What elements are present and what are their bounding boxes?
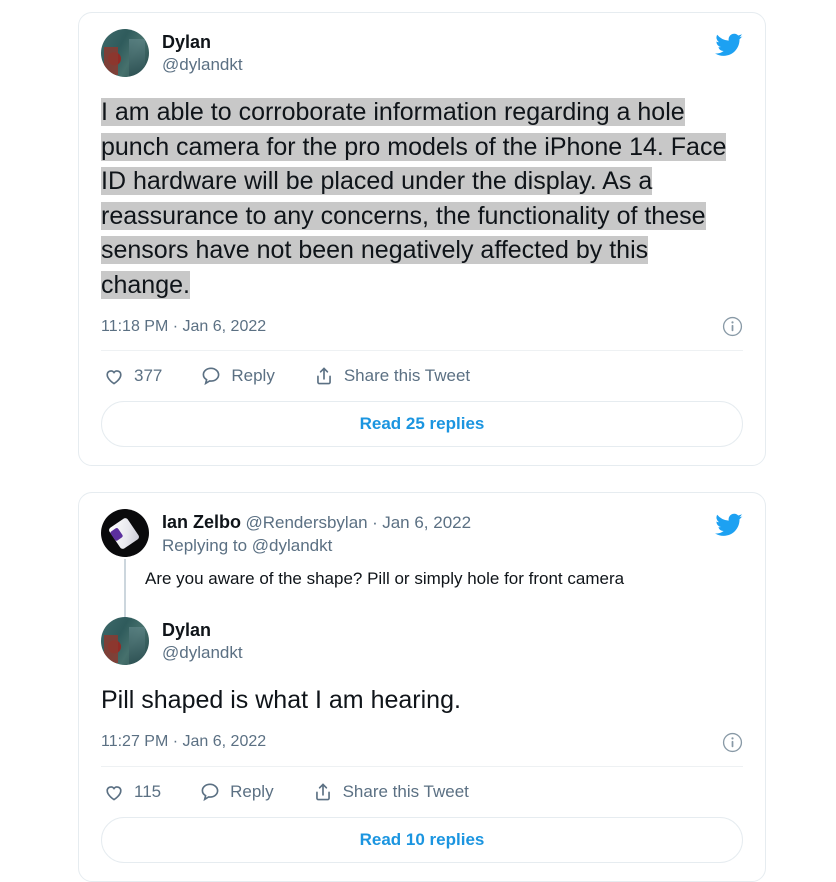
speech-bubble-icon xyxy=(199,781,221,803)
like-button[interactable]: 115 xyxy=(103,781,161,803)
tweet-body-line: I am able to corroborate information reg… xyxy=(101,98,685,126)
author-name-line: Ian Zelbo @Rendersbylan · Jan 6, 2022 xyxy=(162,511,471,534)
tweet-actions-row: 115 Reply Share this Tweet xyxy=(101,767,743,817)
author-name-block[interactable]: Dylan @dylandkt xyxy=(162,29,243,76)
author-display-name: Ian Zelbo xyxy=(162,512,242,532)
tweet-meta-row: 11:18 PM · Jan 6, 2022 xyxy=(101,316,743,351)
tweet-header: Dylan @dylandkt xyxy=(101,29,743,79)
author-name-block[interactable]: Ian Zelbo @Rendersbylan · Jan 6, 2022 Re… xyxy=(162,509,471,557)
reply-author-header: Dylan @dylandkt xyxy=(101,617,743,667)
info-circle-icon[interactable] xyxy=(722,316,743,337)
share-button[interactable]: Share this Tweet xyxy=(312,781,469,803)
twitter-bird-icon[interactable] xyxy=(715,511,743,539)
tweet-body-line: Pill shaped is what I am hearing. xyxy=(101,686,461,714)
embedded-tweets-page: Dylan @dylandkt I am able to corroborate… xyxy=(0,0,836,882)
read-replies-button[interactable]: Read 25 replies xyxy=(101,401,743,447)
share-icon xyxy=(312,781,334,803)
tweet-date: Jan 6, 2022 xyxy=(382,513,472,532)
reply-author-name-block[interactable]: Dylan @dylandkt xyxy=(162,617,243,664)
speech-bubble-icon xyxy=(200,365,222,387)
author-handle: @dylandkt xyxy=(162,55,243,75)
tweet-header: Ian Zelbo @Rendersbylan · Jan 6, 2022 Re… xyxy=(101,509,743,559)
author-handle: @Rendersbylan xyxy=(245,513,368,532)
tweet-body-line: punch camera for the pro models of the i… xyxy=(101,132,727,161)
share-label: Share this Tweet xyxy=(343,366,471,385)
reply-button[interactable]: Reply xyxy=(199,781,274,803)
tweet-body-text: I am able to corroborate information reg… xyxy=(101,95,743,302)
tweet-timestamp[interactable]: 11:18 PM · Jan 6, 2022 xyxy=(101,318,266,336)
share-button[interactable]: Share this Tweet xyxy=(313,365,470,387)
reply-author-display-name: Dylan xyxy=(162,620,212,640)
author-display-name: Dylan xyxy=(162,32,212,52)
tweet-body-line: ID hardware will be placed under the dis… xyxy=(101,167,653,195)
heart-icon xyxy=(103,365,125,387)
tweet-body-line: sensors have not been negatively affecte… xyxy=(101,236,649,299)
reply-button[interactable]: Reply xyxy=(200,365,275,387)
dylan-avatar[interactable] xyxy=(101,29,149,77)
tweet-card-1[interactable]: Dylan @dylandkt I am able to corroborate… xyxy=(78,12,766,466)
read-replies-button[interactable]: Read 10 replies xyxy=(101,816,743,863)
twitter-bird-icon[interactable] xyxy=(715,31,743,59)
quoted-reply-text: Are you aware of the shape? Pill or simp… xyxy=(145,569,625,588)
tweet-actions-row: 377 Reply Share this Tweet xyxy=(101,351,743,401)
info-circle-icon[interactable] xyxy=(722,732,743,753)
share-icon xyxy=(313,365,335,387)
dylan-avatar[interactable] xyxy=(101,617,149,665)
reply-label: Reply xyxy=(230,781,274,801)
meta-separator: · xyxy=(372,513,378,532)
like-count: 115 xyxy=(134,781,162,801)
tweet-body-line: reassurance to any concerns, the functio… xyxy=(101,201,706,230)
ian-zelbo-avatar[interactable] xyxy=(101,509,149,557)
tweet-meta-row: 11:27 PM · Jan 6, 2022 xyxy=(101,732,743,767)
tweet-timestamp[interactable]: 11:27 PM · Jan 6, 2022 xyxy=(101,733,266,751)
replying-to-label[interactable]: Replying to @dylandkt xyxy=(162,535,471,557)
share-label: Share this Tweet xyxy=(342,781,469,801)
like-button[interactable]: 377 xyxy=(103,365,162,387)
heart-icon xyxy=(103,781,125,803)
quoted-reply-block: Are you aware of the shape? Pill or simp… xyxy=(101,559,743,633)
reply-author-handle: @dylandkt xyxy=(162,643,243,663)
tweet-body-text: Pill shaped is what I am hearing. xyxy=(101,683,743,718)
reply-label: Reply xyxy=(231,366,275,385)
tweet-card-2[interactable]: Ian Zelbo @Rendersbylan · Jan 6, 2022 Re… xyxy=(78,492,766,882)
like-count: 377 xyxy=(134,366,163,385)
